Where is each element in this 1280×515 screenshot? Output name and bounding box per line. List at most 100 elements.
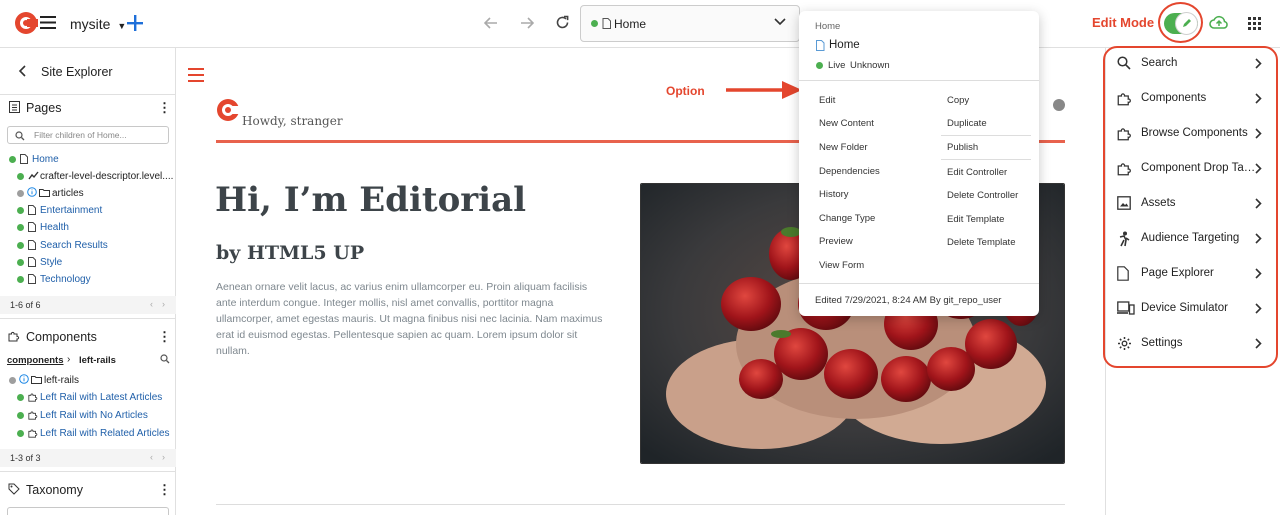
- puzzle-icon: [1117, 161, 1132, 176]
- annotation-arrow-icon: [726, 79, 806, 101]
- popover-title: Home: [829, 39, 860, 51]
- live-status-dot: [17, 207, 24, 214]
- tool-label: Components: [1141, 92, 1207, 104]
- tree-item-label: Technology: [40, 274, 91, 285]
- info-icon: [27, 187, 37, 197]
- menu-duplicate[interactable]: Duplicate: [947, 118, 987, 129]
- tool-label: Page Explorer: [1141, 267, 1214, 279]
- unknown-status-dot: [9, 377, 16, 384]
- hero-title: Hi, I’m Editorial: [215, 180, 527, 220]
- menu-dependencies[interactable]: Dependencies: [819, 166, 880, 177]
- chevron-right-icon: [1255, 268, 1262, 279]
- pages-more-icon[interactable]: ⋮: [158, 100, 171, 116]
- menu-edit-template[interactable]: Edit Template: [947, 214, 1004, 225]
- chevron-left-icon[interactable]: ‹: [150, 452, 153, 462]
- unknown-status-dot: [17, 190, 24, 197]
- tree-item-label: Search Results: [40, 240, 108, 251]
- menu-edit[interactable]: Edit: [819, 95, 835, 106]
- google-plus-icon[interactable]: [1053, 99, 1065, 111]
- address-page-label: Home: [614, 17, 647, 31]
- menu-publish[interactable]: Publish: [947, 142, 978, 153]
- menu-delete-controller[interactable]: Delete Controller: [947, 190, 1018, 201]
- tool-label: Assets: [1141, 197, 1176, 209]
- popover-status-live: Live: [828, 60, 846, 71]
- tree-item-label: left-rails: [44, 375, 80, 386]
- tool-label: Device Simulator: [1141, 302, 1228, 314]
- cloud-upload-icon[interactable]: [1209, 14, 1229, 30]
- content-divider: [216, 504, 1065, 505]
- tool-page-explorer[interactable]: Page Explorer: [1105, 257, 1275, 292]
- chevron-down-icon[interactable]: [774, 18, 786, 26]
- folder-icon: [39, 188, 50, 197]
- menu-preview[interactable]: Preview: [819, 236, 853, 247]
- menu-edit-controller[interactable]: Edit Controller: [947, 167, 1007, 178]
- pages-pager: 1-6 of 6 ‹ ›: [0, 296, 176, 314]
- live-status-dot: [17, 173, 24, 180]
- chevron-right-icon[interactable]: ›: [162, 299, 165, 309]
- person-icon: [1117, 231, 1131, 247]
- menu-new-folder[interactable]: New Folder: [819, 142, 868, 153]
- pages-icon: [9, 101, 20, 113]
- components-pager: 1-3 of 3 ‹ ›: [0, 449, 176, 467]
- taxonomy-more-icon[interactable]: ⋮: [158, 482, 171, 498]
- top-bar: mysite ▼ Home Edit Mode: [0, 0, 1280, 48]
- tree-item-label: Style: [40, 257, 63, 268]
- chevron-right-icon: [1255, 303, 1262, 314]
- annotation-option-label: Option: [666, 84, 705, 98]
- chevron-down-icon: ▼: [117, 21, 127, 31]
- pencil-icon: [1175, 12, 1198, 35]
- site-explorer-sidebar: Site Explorer Pages ⋮ Filter children of…: [0, 48, 176, 515]
- puzzle-icon: [28, 392, 38, 402]
- breadcrumb-root[interactable]: components: [7, 355, 63, 366]
- chevron-right-icon: [1255, 58, 1262, 69]
- tool-assets[interactable]: Assets: [1105, 187, 1275, 222]
- components-more-icon[interactable]: ⋮: [158, 329, 171, 345]
- menu-change-type[interactable]: Change Type: [819, 213, 875, 224]
- hamburger-menu-icon[interactable]: [188, 68, 204, 82]
- menu-delete-template[interactable]: Delete Template: [947, 237, 1015, 248]
- menu-view-form[interactable]: View Form: [819, 260, 864, 271]
- tool-label: Settings: [1141, 337, 1183, 349]
- site-name: mysite: [70, 16, 111, 32]
- live-status-dot: [17, 224, 24, 231]
- chevron-right-icon[interactable]: ›: [162, 452, 165, 462]
- menu-copy[interactable]: Copy: [947, 95, 969, 106]
- divider: [941, 135, 1031, 136]
- menu-history[interactable]: History: [819, 189, 849, 200]
- puzzle-icon: [1117, 126, 1132, 141]
- tree-item-label: articles: [52, 188, 84, 199]
- tool-search[interactable]: Search: [1105, 47, 1275, 82]
- taxonomy-filter-input[interactable]: [7, 507, 169, 515]
- forward-arrow-icon[interactable]: [520, 16, 534, 30]
- tool-device-simulator[interactable]: Device Simulator: [1105, 292, 1275, 327]
- hero-subtitle: by HTML5 UP: [216, 242, 365, 264]
- tool-browse-components[interactable]: Browse Components: [1105, 117, 1275, 152]
- tag-icon: [8, 483, 20, 495]
- live-status-dot: [17, 276, 24, 283]
- back-arrow-icon[interactable]: [484, 16, 498, 30]
- search-icon: [15, 131, 25, 141]
- pages-filter-input[interactable]: Filter children of Home...: [7, 126, 169, 144]
- tool-audience-targeting[interactable]: Audience Targeting: [1105, 222, 1275, 257]
- tool-components[interactable]: Components: [1105, 82, 1275, 117]
- apps-grid-icon[interactable]: [1248, 17, 1261, 30]
- live-status-dot: [17, 412, 24, 419]
- crafter-logo-icon[interactable]: [14, 10, 38, 36]
- address-bar[interactable]: Home: [580, 5, 800, 42]
- divider: [941, 159, 1031, 160]
- menu-new-content[interactable]: New Content: [819, 118, 874, 129]
- add-icon[interactable]: [126, 14, 144, 32]
- popover-status-unknown: Unknown: [850, 60, 890, 71]
- tool-component-drop-targets[interactable]: Component Drop Targets: [1105, 152, 1275, 187]
- search-icon[interactable]: [160, 354, 170, 364]
- chevron-left-icon[interactable]: ‹: [150, 299, 153, 309]
- site-switcher[interactable]: mysite ▼: [70, 16, 126, 32]
- chevron-right-icon: [1255, 128, 1262, 139]
- chevron-left-icon[interactable]: [18, 65, 26, 77]
- tool-settings[interactable]: Settings: [1105, 327, 1275, 362]
- site-explorer-title: Site Explorer: [41, 65, 113, 79]
- taxonomy-title: Taxonomy: [26, 483, 83, 497]
- hamburger-menu-icon[interactable]: [40, 16, 56, 29]
- page-icon: [20, 154, 28, 164]
- refresh-icon[interactable]: [555, 15, 570, 30]
